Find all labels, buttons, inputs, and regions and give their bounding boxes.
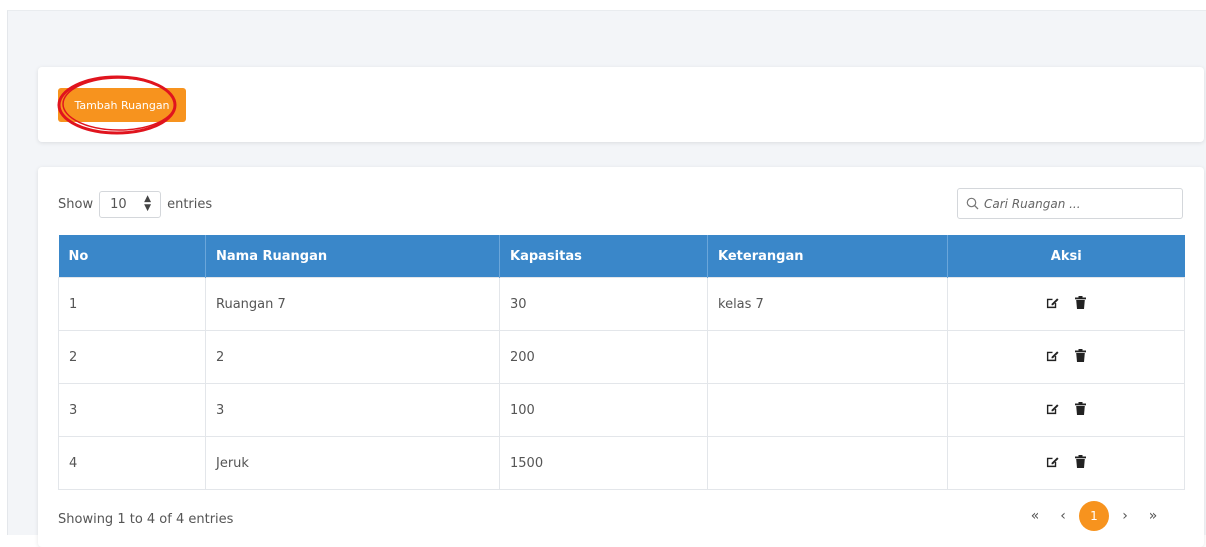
table-row: 2 2 200 xyxy=(58,330,1185,384)
header-aksi: Aksi xyxy=(947,235,1185,278)
prev-page-button[interactable]: ‹ xyxy=(1049,502,1077,530)
cell-aksi xyxy=(947,436,1185,490)
cell-keterangan xyxy=(707,330,948,384)
cell-aksi xyxy=(947,277,1185,331)
pagination: « ‹ 1 › » xyxy=(1021,500,1167,532)
cell-no: 2 xyxy=(58,330,206,384)
table-header-row: No Nama Ruangan Kapasitas Keterangan Aks… xyxy=(58,235,1185,278)
add-room-button[interactable]: Tambah Ruangan xyxy=(58,88,186,122)
cell-no: 4 xyxy=(58,436,206,490)
cell-nama: Jeruk xyxy=(205,436,500,490)
cell-aksi xyxy=(947,330,1185,384)
first-page-button[interactable]: « xyxy=(1021,502,1049,530)
trash-icon[interactable] xyxy=(1075,295,1086,313)
last-page-button[interactable]: » xyxy=(1139,502,1167,530)
edit-icon[interactable] xyxy=(1046,455,1059,472)
header-no[interactable]: No xyxy=(58,235,206,278)
edit-icon[interactable] xyxy=(1046,402,1059,419)
show-label: Show xyxy=(58,196,94,212)
cell-kapasitas: 200 xyxy=(499,330,708,384)
trash-icon[interactable] xyxy=(1075,454,1086,472)
toolbar-card: Tambah Ruangan xyxy=(38,67,1204,142)
trash-icon[interactable] xyxy=(1075,348,1086,366)
select-arrows-icon: ▲ ▼ xyxy=(144,194,152,213)
cell-kapasitas: 1500 xyxy=(499,436,708,490)
table-card: Show 10 ▲▼ entries No Nama Ruangan Kapas… xyxy=(38,167,1204,547)
edit-icon[interactable] xyxy=(1046,296,1059,313)
cell-aksi xyxy=(947,383,1185,437)
cell-keterangan: kelas 7 xyxy=(707,277,948,331)
cell-kapasitas: 30 xyxy=(499,277,708,331)
table-info: Showing 1 to 4 of 4 entries xyxy=(58,512,234,527)
search-input[interactable] xyxy=(984,191,1174,216)
cell-no: 3 xyxy=(58,383,206,437)
cell-keterangan xyxy=(707,436,948,490)
cell-nama: 2 xyxy=(205,330,500,384)
next-page-button[interactable]: › xyxy=(1111,502,1139,530)
entries-label: entries xyxy=(167,196,213,212)
header-kapasitas[interactable]: Kapasitas xyxy=(499,235,708,278)
table-row: 3 3 100 xyxy=(58,383,1185,437)
header-keterangan[interactable]: Keterangan xyxy=(707,235,948,278)
edit-icon[interactable] xyxy=(1046,349,1059,366)
cell-nama: Ruangan 7 xyxy=(205,277,500,331)
entries-length-control: Show 10 ▲ ▼ entries xyxy=(58,189,212,219)
trash-icon[interactable] xyxy=(1075,401,1086,419)
table-row: 1 Ruangan 7 30 kelas 7 xyxy=(58,277,1185,331)
cell-nama: 3 xyxy=(205,383,500,437)
entries-select-value: 10 xyxy=(110,196,127,212)
cell-keterangan xyxy=(707,383,948,437)
entries-select[interactable]: 10 ▲ ▼ xyxy=(99,190,162,218)
header-nama-ruangan[interactable]: Nama Ruangan xyxy=(205,235,500,278)
search-icon xyxy=(966,197,979,210)
cell-no: 1 xyxy=(58,277,206,331)
table-row: 4 Jeruk 1500 xyxy=(58,436,1185,490)
cell-kapasitas: 100 xyxy=(499,383,708,437)
rooms-table: No Nama Ruangan Kapasitas Keterangan Aks… xyxy=(58,235,1185,490)
page-1-button[interactable]: 1 xyxy=(1079,501,1109,531)
search-box xyxy=(957,188,1183,219)
